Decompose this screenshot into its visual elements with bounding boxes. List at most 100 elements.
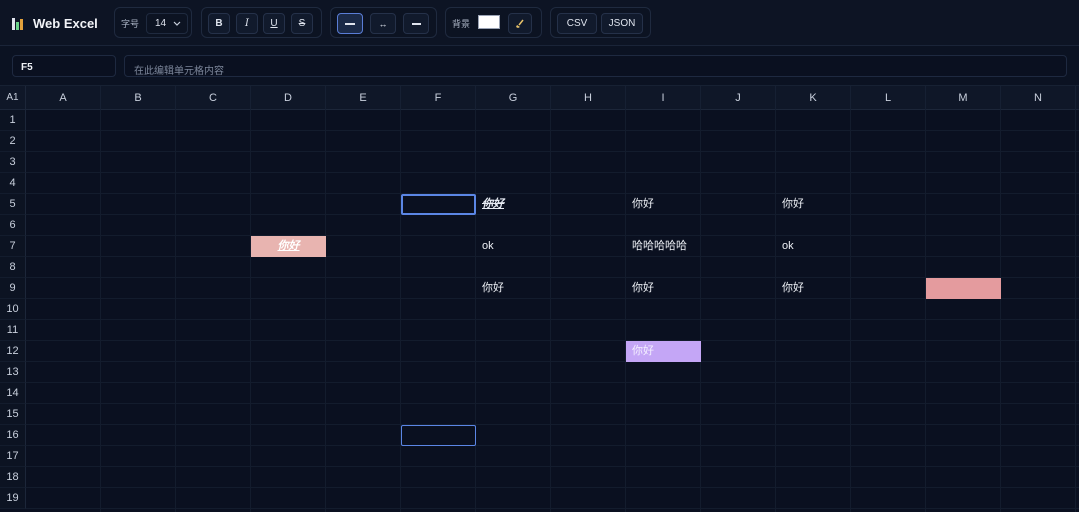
row-header-8[interactable]: 8 [0, 257, 26, 278]
row-header-1[interactable]: 1 [0, 110, 26, 131]
grid-line [850, 110, 851, 512]
grid-line [26, 277, 1079, 278]
grid-line [250, 110, 251, 512]
row-header-4[interactable]: 4 [0, 173, 26, 194]
border-thin-button[interactable] [337, 13, 363, 34]
column-header-m[interactable]: M [926, 86, 1001, 110]
spreadsheet-grid[interactable]: A1 ABCDEFGHIJKLMN 1 2 3 4 5 6 7 8 9 10 11 12 13 14 15 1… [0, 86, 1079, 512]
row-header-19[interactable]: 19 [0, 488, 26, 509]
strikethrough-button[interactable]: S [291, 13, 313, 34]
grid-line [775, 110, 776, 512]
row-header-16[interactable]: 16 [0, 425, 26, 446]
column-header-e[interactable]: E [326, 86, 401, 110]
export-group: CSV JSON [550, 7, 651, 38]
row-header-10[interactable]: 10 [0, 299, 26, 320]
export-json-button[interactable]: JSON [601, 13, 643, 34]
bold-button[interactable]: B [208, 13, 230, 34]
grid-line [550, 110, 551, 512]
row-header-3[interactable]: 3 [0, 152, 26, 173]
row-header-14[interactable]: 14 [0, 383, 26, 404]
grid-line [700, 110, 701, 512]
grid-line [26, 130, 1079, 131]
line-icon [345, 22, 355, 25]
chevron-down-icon [173, 21, 181, 26]
grid-line [26, 424, 1079, 425]
row-header-7[interactable]: 7 [0, 236, 26, 257]
border-thick-button[interactable] [403, 13, 429, 34]
cell-g7[interactable]: ok [476, 236, 551, 257]
column-header-i[interactable]: I [626, 86, 701, 110]
export-csv-button[interactable]: CSV [557, 13, 597, 34]
cell-i12[interactable]: 你好 [626, 341, 701, 362]
background-group: 背景 [445, 7, 542, 38]
border-dotted-button[interactable]: ↔ [370, 13, 396, 34]
font-size-value: 14 [155, 18, 167, 29]
cell-k9[interactable]: 你好 [776, 278, 851, 299]
formula-input[interactable]: 在此编辑单元格内容 [124, 55, 1067, 77]
grid-line [475, 110, 476, 512]
column-header-d[interactable]: D [251, 86, 326, 110]
grid-line [26, 193, 1079, 194]
row-header-17[interactable]: 17 [0, 446, 26, 467]
cell-selection[interactable] [401, 425, 476, 446]
cell-g5[interactable]: 你好 [476, 194, 551, 215]
toolbar: Web Excel 字号 14 B I U S ↔ 背景 CSV JSON [0, 0, 1079, 46]
grid-line [175, 110, 176, 512]
row-header-15[interactable]: 15 [0, 404, 26, 425]
column-header-h[interactable]: H [551, 86, 626, 110]
font-size-group: 字号 14 [114, 7, 192, 38]
row-header-5[interactable]: 5 [0, 194, 26, 215]
grid-line [26, 256, 1079, 257]
corner-cell[interactable]: A1 [0, 86, 26, 110]
italic-button[interactable]: I [236, 13, 258, 34]
cell-m9[interactable] [926, 278, 1001, 299]
active-cell-selection[interactable] [401, 194, 476, 215]
column-header-c[interactable]: C [176, 86, 251, 110]
grid-line [925, 110, 926, 512]
clear-format-button[interactable] [508, 13, 532, 34]
chart-icon [12, 17, 25, 30]
text-style-group: B I U S [201, 7, 322, 38]
column-header-g[interactable]: G [476, 86, 551, 110]
grid-line [26, 340, 1079, 341]
dotted-line-icon: ↔ [378, 18, 388, 29]
grid-line [26, 508, 1079, 509]
column-header-k[interactable]: K [776, 86, 851, 110]
cell-i7[interactable]: 哈哈哈哈哈 [626, 236, 701, 257]
brand: Web Excel [12, 13, 98, 33]
grid-line [26, 403, 1079, 404]
column-header-a[interactable]: A [26, 86, 101, 110]
row-header-9[interactable]: 9 [0, 278, 26, 299]
grid-line [26, 382, 1079, 383]
background-label: 背景 [452, 19, 471, 29]
row-header-13[interactable]: 13 [0, 362, 26, 383]
grid-line [26, 466, 1079, 467]
grid-line [26, 172, 1079, 173]
row-header-11[interactable]: 11 [0, 320, 26, 341]
cell-reference-box[interactable]: F5 [12, 55, 116, 77]
cell-k7[interactable]: ok [776, 236, 851, 257]
border-group: ↔ [330, 7, 437, 38]
cell-i9[interactable]: 你好 [626, 278, 701, 299]
background-color-swatch[interactable] [478, 15, 500, 29]
column-header-bar: A1 ABCDEFGHIJKLMN [0, 86, 1079, 110]
cell-d7[interactable]: 你好 [251, 236, 326, 257]
broom-icon [516, 19, 524, 28]
grid-line [26, 298, 1079, 299]
row-header-2[interactable]: 2 [0, 131, 26, 152]
app-title: Web Excel [33, 15, 98, 31]
cell-i5[interactable]: 你好 [626, 194, 701, 215]
cell-k5[interactable]: 你好 [776, 194, 851, 215]
underline-button[interactable]: U [263, 13, 285, 34]
column-header-l[interactable]: L [851, 86, 926, 110]
column-header-b[interactable]: B [101, 86, 176, 110]
font-size-select[interactable]: 14 [146, 13, 188, 34]
column-header-j[interactable]: J [701, 86, 776, 110]
row-header-12[interactable]: 12 [0, 341, 26, 362]
cell-g9[interactable]: 你好 [476, 278, 551, 299]
row-header-18[interactable]: 18 [0, 467, 26, 488]
column-header-f[interactable]: F [401, 86, 476, 110]
column-header-n[interactable]: N [1001, 86, 1076, 110]
grid-line [400, 110, 401, 512]
row-header-6[interactable]: 6 [0, 215, 26, 236]
